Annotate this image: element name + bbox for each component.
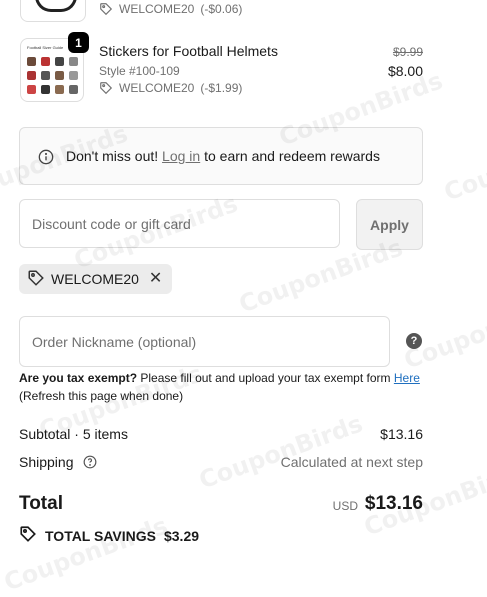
currency-label: USD [332,499,358,513]
sticker-swatch [55,85,64,94]
tax-refresh-note: (Refresh this page when done) [19,389,184,403]
sticker-swatch [69,57,78,66]
shipping-row: Shipping [19,454,97,472]
sticker-swatch [41,85,50,94]
tax-exempt-note: Are you tax exempt? Please fill out and … [19,369,439,405]
tag-icon [99,81,113,95]
sticker-swatch [69,71,78,80]
product-style: Style #100-109 [99,64,180,78]
notice-text: Don't miss out! Log in to earn and redee… [66,148,380,164]
shipping-label: Shipping [19,454,74,470]
sticker-swatch [27,57,36,66]
total-savings: TOTAL SAVINGS $3.29 [19,525,199,546]
order-nickname-input[interactable] [19,316,390,367]
help-icon[interactable] [83,455,97,472]
shipping-value: Calculated at next step [280,454,423,470]
sticker-swatch [27,85,36,94]
help-icon[interactable]: ? [406,333,422,349]
subtotal-value: $13.16 [380,426,423,442]
sticker-swatch [41,71,50,80]
watermark: CouponBirds [440,121,487,207]
sticker-swatch [55,57,64,66]
original-price: $9.99 [392,45,423,59]
login-link[interactable]: Log in [162,148,200,164]
notice-rest: to earn and redeem rewards [204,148,380,164]
item-price: $8.00 [387,63,423,79]
savings-label: TOTAL SAVINGS [45,527,156,544]
info-icon [38,149,54,170]
tax-form-link[interactable]: Here [394,371,420,385]
close-icon[interactable]: ✕ [149,271,162,287]
thumbnail-caption: Football Sizer Guide [27,45,64,50]
item-discount: WELCOME20 (-$1.99) [99,81,242,95]
savings-value: $3.29 [163,527,200,544]
discount-code: WELCOME20 [119,2,195,16]
savings-tag-icon [19,525,37,546]
helmet-image [35,0,77,12]
total-value: $13.16 [364,493,423,514]
apply-button[interactable]: Apply [356,199,423,250]
watermark: CouponBirds [195,409,367,495]
notice-lead: Don't miss out! [66,148,159,164]
discount-code-input[interactable] [19,199,340,248]
item-discount: WELCOME20 (-$0.06) [99,2,242,16]
discount-code: WELCOME20 [119,81,195,95]
applied-code: WELCOME20 [51,271,139,287]
quantity-badge: 1 [68,32,89,53]
discount-amount: (-$1.99) [200,81,243,95]
sticker-swatch [55,71,64,80]
sticker-swatch [69,85,78,94]
product-title: Stickers for Football Helmets [99,43,278,59]
total-label: Total [19,493,63,514]
tag-icon [99,2,113,16]
discount-amount: (-$0.06) [200,2,243,16]
product-thumbnail [20,0,86,22]
tax-text: Please fill out and upload your tax exem… [140,371,391,385]
rewards-notice: Don't miss out! Log in to earn and redee… [19,127,423,185]
watermark: CouponBirds [400,289,487,375]
subtotal-label: Subtotal · 5 items [19,426,128,442]
sticker-swatch [27,71,36,80]
sticker-swatch [41,57,50,66]
applied-discount-chip: WELCOME20 ✕ [19,264,173,294]
tag-icon [27,269,45,290]
tax-question: Are you tax exempt? [19,371,138,385]
